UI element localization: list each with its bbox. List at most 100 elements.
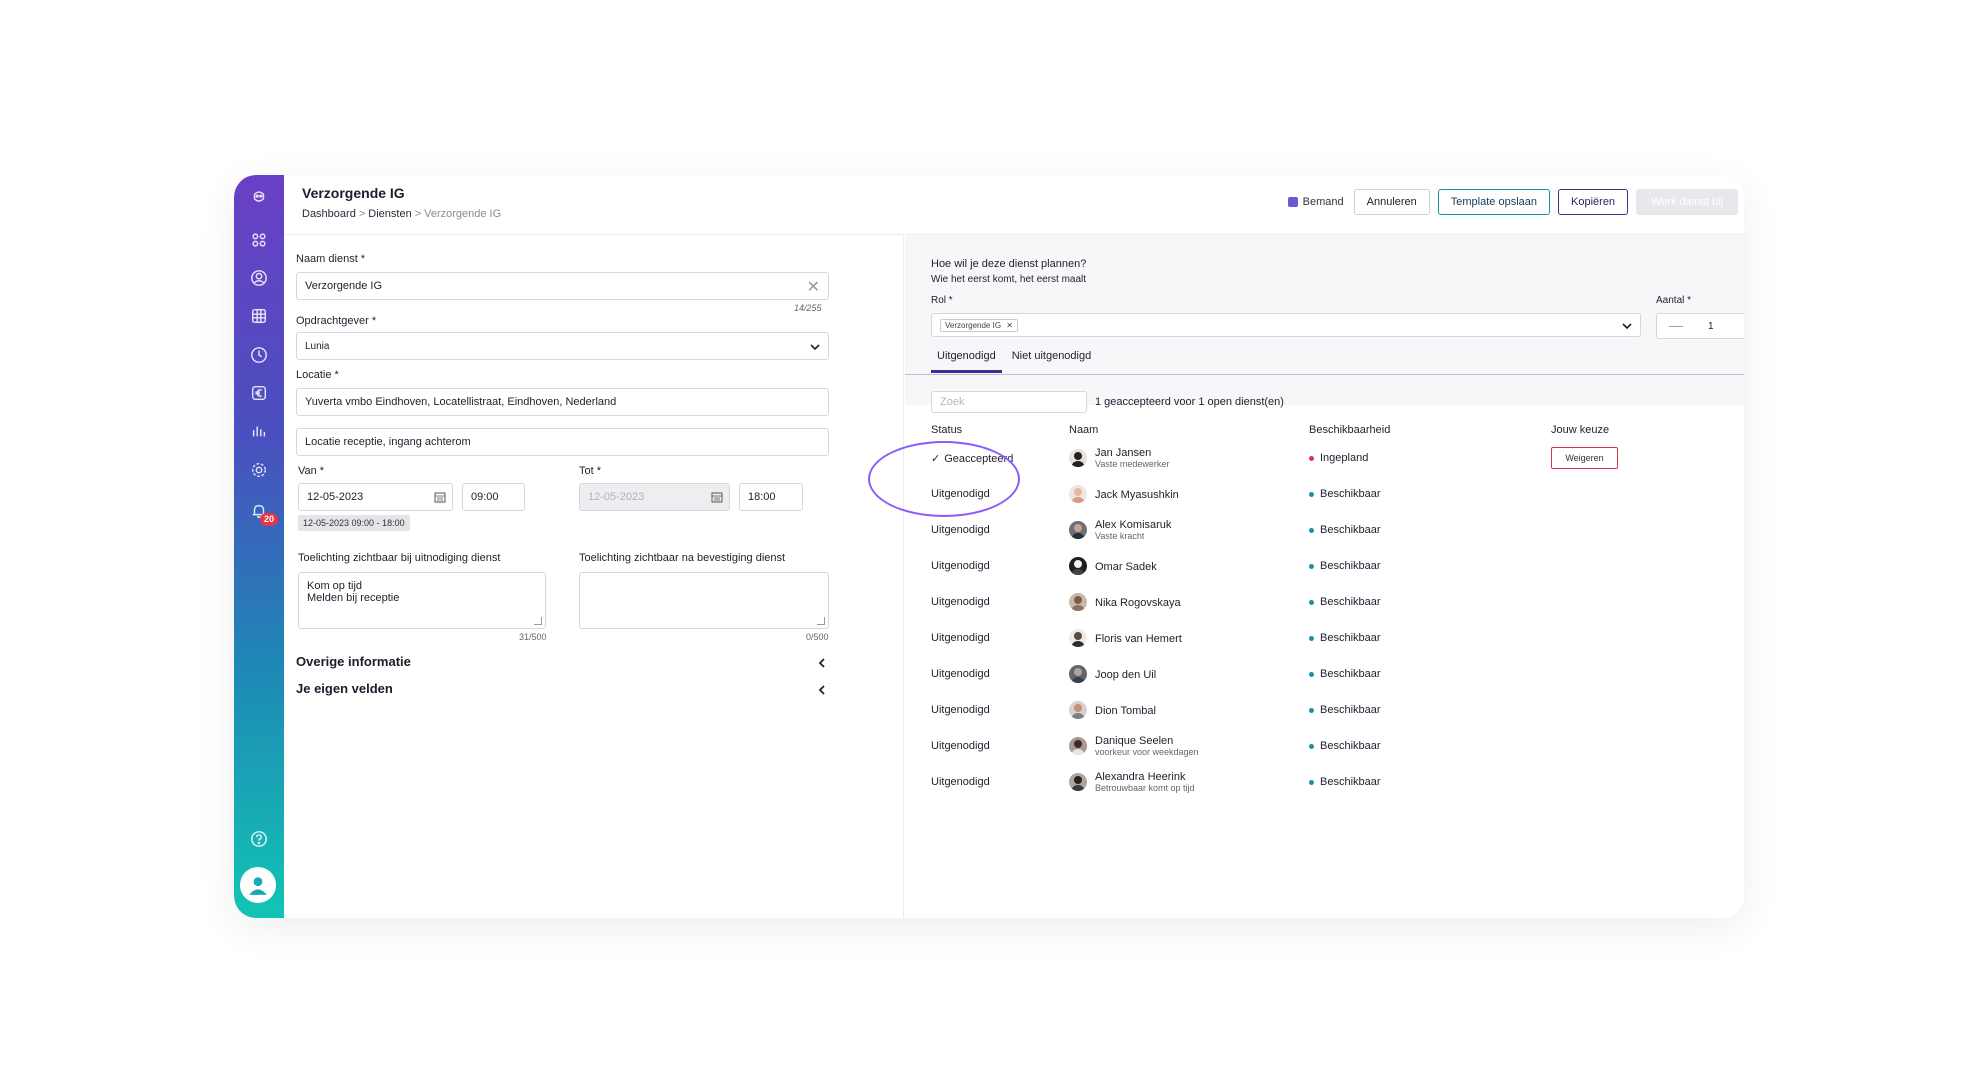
header: Verzorgende IG Dashboard > Diensten > Verzor… xyxy=(284,175,1744,235)
logo-icon[interactable] xyxy=(249,187,269,207)
role-tag[interactable]: Verzorgende IG ✕ xyxy=(940,318,1018,332)
tab-niet-uitgenodigd[interactable]: Niet uitgenodigd xyxy=(1006,350,1098,373)
resize-handle-icon[interactable] xyxy=(817,617,825,625)
avatar xyxy=(1069,773,1087,791)
table-row[interactable]: ✓ Geaccepteerd Jan Jansen Vaste medewerke… xyxy=(905,440,1744,476)
client-select[interactable]: Lunia xyxy=(296,332,829,360)
col-jouw-keuze: Jouw keuze xyxy=(1551,424,1610,436)
person-name: Floris van Hemert xyxy=(1095,633,1182,645)
euro-icon[interactable] xyxy=(249,383,269,403)
status-dot-icon xyxy=(1309,743,1314,749)
remove-tag-icon[interactable]: ✕ xyxy=(1006,321,1013,330)
status-dot-icon xyxy=(1309,671,1314,677)
chevron-left-icon[interactable] xyxy=(817,658,827,668)
person-name: Dion Tombal xyxy=(1095,705,1156,717)
table-row[interactable]: Uitgenodigd Omar Sadek Beschikbaar xyxy=(905,548,1744,584)
clock-icon[interactable] xyxy=(249,345,269,365)
calendar-icon[interactable] xyxy=(434,491,446,503)
from-time-field[interactable]: 09:00 xyxy=(462,483,525,511)
resize-handle-icon[interactable] xyxy=(534,617,542,625)
status-dot-icon xyxy=(1309,563,1314,569)
user-circle-icon[interactable] xyxy=(249,268,269,288)
role-tag-label: Verzorgende IG xyxy=(945,320,1002,330)
planning-mode: Wie het eerst komt, het eerst maalt xyxy=(931,274,1087,285)
avatar xyxy=(1069,557,1087,575)
acceptance-summary: 1 geaccepteerd voor 1 open dienst(en) xyxy=(1095,396,1284,408)
confirm-note-textarea[interactable] xyxy=(579,572,829,629)
avatar[interactable] xyxy=(240,867,276,903)
person-subtitle: Vaste medewerker xyxy=(1095,459,1170,469)
table-row[interactable]: Uitgenodigd Joop den Uil Beschikbaar xyxy=(905,656,1744,692)
location-label: Locatie * xyxy=(296,369,339,381)
avatar xyxy=(1069,593,1087,611)
table-row[interactable]: Uitgenodigd Alexandra Heerink Betrouwbaa… xyxy=(905,764,1744,800)
planning-question: Hoe wil je deze dienst plannen? xyxy=(931,258,1087,270)
copy-button[interactable]: Kopiëren xyxy=(1558,189,1629,215)
table-row[interactable]: Uitgenodigd Dion Tombal Beschikbaar xyxy=(905,692,1744,728)
search-input[interactable]: Zoek xyxy=(931,391,1087,413)
sidebar: 20 xyxy=(234,175,284,918)
clear-icon[interactable]: ✕ xyxy=(807,277,820,297)
bar-chart-icon[interactable] xyxy=(249,421,269,441)
confirm-note-label: Toelichting zichtbaar na bevestiging die… xyxy=(579,552,786,564)
settings-icon[interactable] xyxy=(249,460,269,480)
person-subtitle: Betrouwbaar komt op tijd xyxy=(1095,783,1195,793)
availability: Ingepland xyxy=(1309,452,1368,464)
avatar xyxy=(1069,665,1087,683)
amount-stepper[interactable]: — 1 + xyxy=(1656,313,1744,339)
role-select[interactable]: Verzorgende IG ✕ xyxy=(931,313,1641,337)
help-icon[interactable] xyxy=(249,829,269,849)
from-date-field[interactable]: 12-05-2023 xyxy=(298,483,453,511)
amount-value: 1 xyxy=(1708,321,1714,332)
status-text: Uitgenodigd xyxy=(931,596,990,608)
header-actions: Bemand Annuleren Template opslaan Kopiër… xyxy=(1287,189,1738,215)
status-dot-icon xyxy=(1309,779,1314,785)
chevron-left-icon[interactable] xyxy=(817,685,827,695)
minus-icon[interactable]: — xyxy=(1669,317,1683,333)
client-value: Lunia xyxy=(305,340,330,352)
section-custom-fields[interactable]: Je eigen velden xyxy=(296,681,393,696)
status-dot-icon xyxy=(1309,455,1314,461)
calendar-grid-icon[interactable] xyxy=(249,306,269,326)
table-row[interactable]: Uitgenodigd Nika Rogovskaya Beschikbaar xyxy=(905,584,1744,620)
cancel-button[interactable]: Annuleren xyxy=(1353,189,1430,215)
table-row[interactable]: Uitgenodigd Danique Seelen voorkeur voor… xyxy=(905,728,1744,764)
to-time-field[interactable]: 18:00 xyxy=(739,483,803,511)
table-row[interactable]: Uitgenodigd Floris van Hemert Beschikbaa… xyxy=(905,620,1744,656)
status-text: Uitgenodigd xyxy=(931,740,990,752)
availability: Beschikbaar xyxy=(1309,524,1381,536)
breadcrumb-diensten[interactable]: Diensten xyxy=(368,208,411,220)
notification-badge: 20 xyxy=(260,513,279,526)
apps-icon[interactable] xyxy=(249,230,269,250)
table-row[interactable]: Uitgenodigd Jack Myasushkin Beschikbaar xyxy=(905,476,1744,512)
person-name: Alexandra Heerink xyxy=(1095,771,1186,783)
col-beschikbaarheid: Beschikbaarheid xyxy=(1309,424,1391,436)
save-template-button[interactable]: Template opslaan xyxy=(1437,189,1551,215)
breadcrumb-dashboard[interactable]: Dashboard xyxy=(302,208,356,220)
person-subtitle: Vaste kracht xyxy=(1095,531,1145,541)
status-dot-icon xyxy=(1309,527,1314,533)
status-text: Uitgenodigd xyxy=(931,560,990,572)
person-name: Omar Sadek xyxy=(1095,561,1157,573)
section-other-info[interactable]: Overige informatie xyxy=(296,654,411,669)
status-text: Uitgenodigd xyxy=(931,488,990,500)
status-text: ✓ Geaccepteerd xyxy=(931,453,1014,465)
chevron-down-icon xyxy=(810,344,820,351)
role-label: Rol * xyxy=(931,295,953,306)
reject-button[interactable]: Weigeren xyxy=(1551,447,1618,469)
name-field[interactable]: Verzorgende IG ✕ xyxy=(296,272,829,300)
tab-uitgenodigd[interactable]: Uitgenodigd xyxy=(931,350,1002,373)
status-text: Uitgenodigd xyxy=(931,704,990,716)
avatar xyxy=(1069,629,1087,647)
availability: Beschikbaar xyxy=(1309,740,1381,752)
invite-note-textarea[interactable]: Kom op tijd Melden bij receptie xyxy=(298,572,546,629)
chevron-down-icon xyxy=(1622,323,1632,330)
update-shift-button[interactable]: Werk dienst bij xyxy=(1636,189,1738,215)
location-detail-field[interactable]: Locatie receptie, ingang achterom xyxy=(296,428,829,456)
status-dot-icon xyxy=(1309,635,1314,641)
person-name: Danique Seelen xyxy=(1095,735,1174,747)
breadcrumb: Dashboard > Diensten > Verzorgende IG xyxy=(302,208,502,220)
table-row[interactable]: Uitgenodigd Alex Komisaruk Vaste kracht … xyxy=(905,512,1744,548)
location-field[interactable]: Yuverta vmbo Eindhoven, Locatellistraat,… xyxy=(296,388,829,416)
availability: Beschikbaar xyxy=(1309,488,1381,500)
